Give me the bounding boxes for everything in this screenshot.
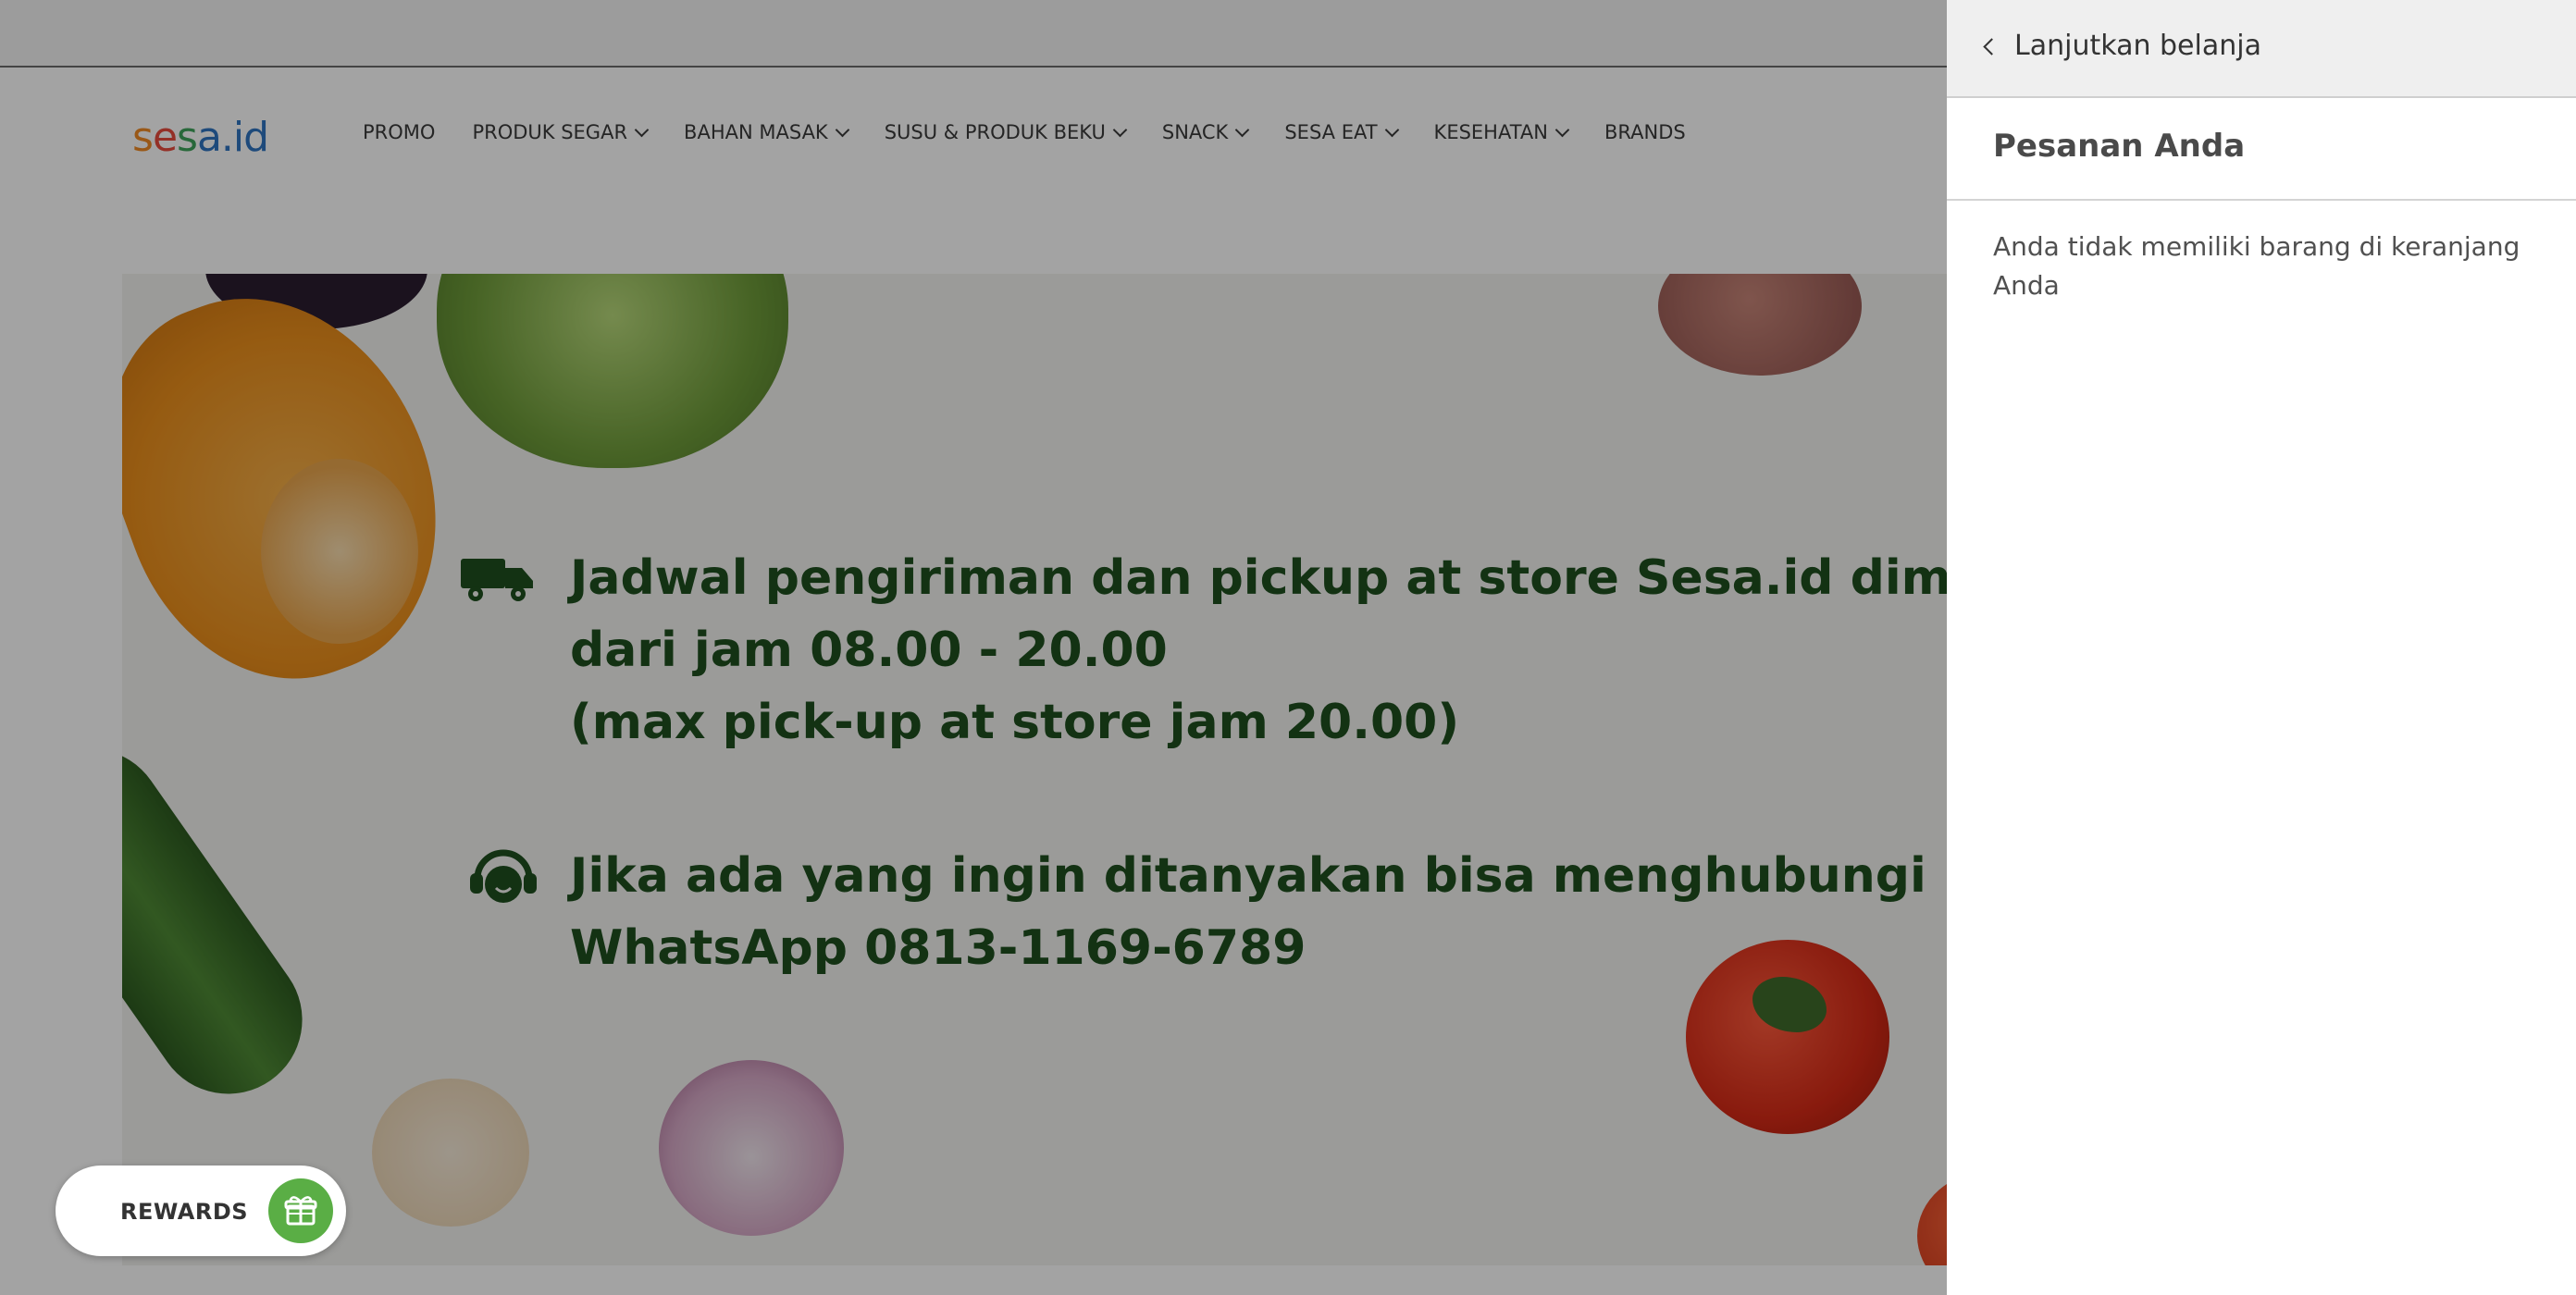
- background-page: sesa.id PROMO PRODUK SEGAR BAHAN MASAK S…: [0, 0, 1947, 1295]
- cart-drawer: Lanjutkan belanja Pesanan Anda Anda tida…: [1947, 0, 2576, 1295]
- cart-drawer-header: Lanjutkan belanja: [1947, 0, 2576, 98]
- rewards-launcher[interactable]: REWARDS: [56, 1166, 346, 1256]
- cart-empty-message: Anda tidak memiliki barang di keranjang …: [1993, 231, 2520, 301]
- rewards-label: REWARDS: [120, 1199, 249, 1225]
- divider: [1947, 199, 2576, 201]
- continue-shopping-link[interactable]: Lanjutkan belanja: [1983, 30, 2261, 62]
- chevron-left-icon: [1983, 38, 2000, 56]
- gift-icon: [284, 1196, 317, 1226]
- cart-title: Pesanan Anda: [1993, 128, 2246, 165]
- rewards-button[interactable]: [268, 1178, 333, 1243]
- modal-overlay[interactable]: [0, 0, 1947, 1295]
- continue-shopping-label: Lanjutkan belanja: [2014, 30, 2261, 62]
